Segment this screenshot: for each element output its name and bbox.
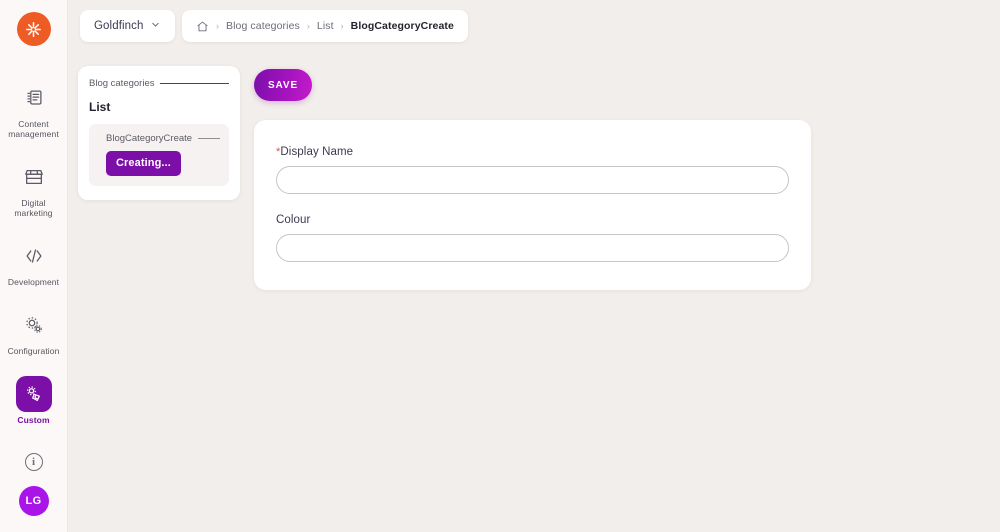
breadcrumb-separator: › bbox=[216, 20, 219, 31]
sidebar-item-label: Content management bbox=[8, 119, 59, 139]
display-name-input[interactable] bbox=[276, 166, 789, 194]
sidebar-footer: i LG bbox=[18, 453, 49, 516]
form-card: *Display Name Colour bbox=[254, 120, 811, 290]
save-button[interactable]: SAVE bbox=[254, 69, 312, 101]
field-display-name: *Display Name bbox=[276, 146, 789, 194]
avatar[interactable]: LG bbox=[18, 486, 49, 516]
gears-icon bbox=[16, 307, 52, 343]
colour-label: Colour bbox=[276, 214, 789, 226]
code-brackets-icon bbox=[16, 238, 52, 274]
tenant-name: Goldfinch bbox=[94, 20, 144, 32]
documents-icon bbox=[16, 80, 52, 116]
sidebar-item-configuration[interactable]: Configuration bbox=[4, 307, 64, 356]
storefront-icon bbox=[16, 159, 52, 195]
sidebar-item-label: Digital marketing bbox=[14, 198, 53, 218]
sidebar-item-content-management[interactable]: Content management bbox=[4, 80, 64, 139]
nav-card-root-label: Blog categories bbox=[89, 78, 155, 89]
sidebar-nav-list: Content management Digital marketing Dev… bbox=[0, 80, 67, 425]
nav-card-heading: List bbox=[89, 100, 111, 114]
field-colour: Colour bbox=[276, 214, 789, 262]
nav-card-sub-row: BlogCategoryCreate bbox=[106, 133, 220, 144]
sidebar-item-label: Custom bbox=[17, 415, 50, 425]
creating-status-button[interactable]: Creating... bbox=[106, 151, 181, 176]
sidebar-item-custom[interactable]: Custom bbox=[4, 376, 64, 425]
tenant-selector[interactable]: Goldfinch bbox=[80, 10, 176, 42]
sidebar-item-digital-marketing[interactable]: Digital marketing bbox=[4, 159, 64, 218]
nav-card-sub-rule bbox=[198, 138, 220, 139]
chevron-down-icon bbox=[150, 17, 161, 35]
nav-card-root-row: Blog categories bbox=[89, 78, 229, 89]
nav-card-sub-label: BlogCategoryCreate bbox=[106, 133, 193, 144]
sidebar-item-development[interactable]: Development bbox=[4, 238, 64, 287]
breadcrumb-separator: › bbox=[340, 20, 344, 31]
colour-label-text: Colour bbox=[276, 214, 311, 226]
entity-nav-card: Blog categories List BlogCategoryCreate … bbox=[78, 66, 240, 200]
breadcrumb-item-list[interactable]: List bbox=[317, 20, 334, 32]
breadcrumb-separator: › bbox=[306, 20, 310, 31]
asterisk-starburst-logo-icon bbox=[26, 21, 41, 37]
puzzle-gear-icon bbox=[15, 376, 52, 412]
display-name-label: *Display Name bbox=[276, 146, 789, 158]
nav-card-sub-block: BlogCategoryCreate Creating... bbox=[89, 124, 229, 186]
app-logo[interactable] bbox=[16, 12, 51, 46]
breadcrumb: › Blog categories › List › BlogCategoryC… bbox=[182, 10, 468, 42]
colour-input[interactable] bbox=[276, 234, 789, 262]
primary-sidebar: Content management Digital marketing Dev… bbox=[0, 0, 68, 532]
display-name-label-text: Display Name bbox=[280, 146, 354, 158]
breadcrumb-item-blog-categories[interactable]: Blog categories bbox=[226, 20, 300, 32]
sidebar-item-label: Development bbox=[7, 277, 60, 287]
sidebar-item-label: Configuration bbox=[7, 346, 60, 356]
info-circle-icon[interactable]: i bbox=[24, 453, 43, 471]
topbar: Goldfinch › Blog categories › List › Blo… bbox=[68, 0, 1000, 52]
app-root: Content management Digital marketing Dev… bbox=[0, 0, 1000, 532]
nav-card-rule bbox=[160, 83, 229, 84]
home-icon[interactable] bbox=[196, 20, 209, 33]
breadcrumb-item-current: BlogCategoryCreate bbox=[350, 20, 454, 32]
